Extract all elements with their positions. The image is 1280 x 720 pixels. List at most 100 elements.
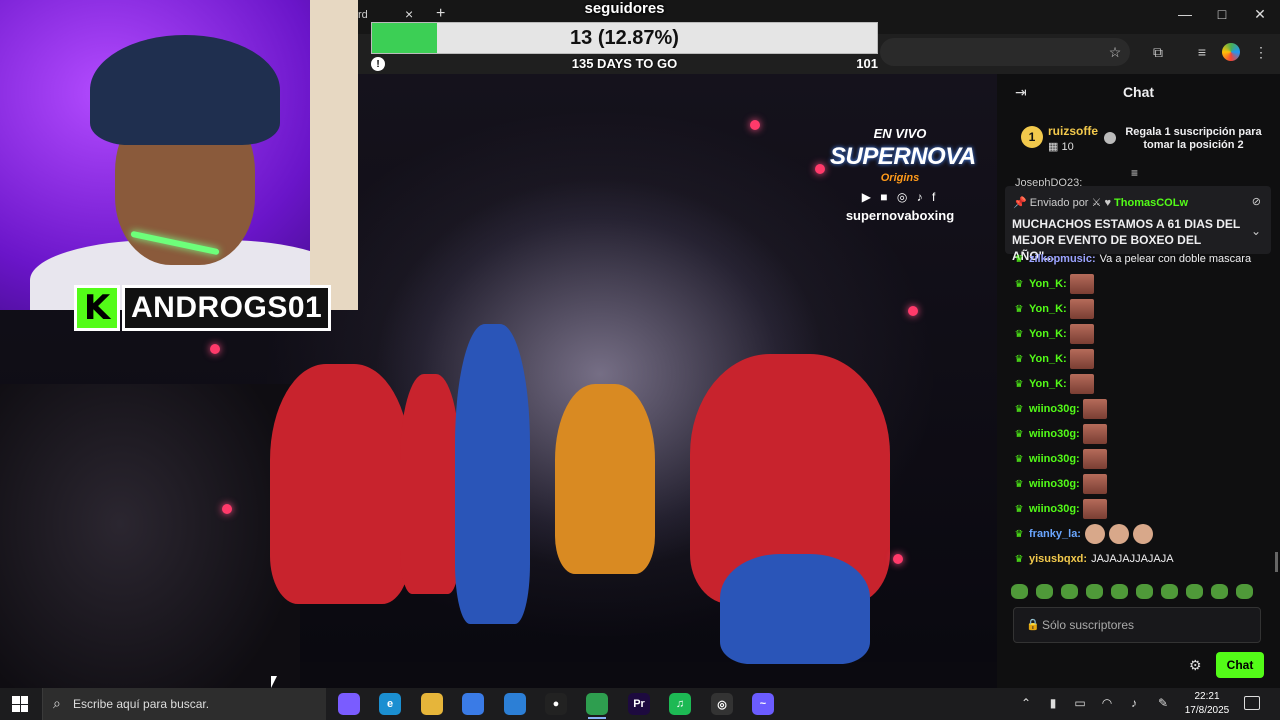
gift-leaderboard[interactable]: 1 ruizsoffe ▦ 10 Regala 1 suscripción pa… (997, 118, 1280, 162)
chrome-app-icon[interactable] (586, 693, 608, 715)
search-icon: ⌕ (53, 695, 61, 711)
chat-message: ♛ Yon_K: (1013, 323, 1094, 345)
chat-settings-gear-icon[interactable]: ⚙ (1189, 657, 1202, 674)
lock-icon: 🔒 (1026, 619, 1040, 631)
pinned-message[interactable]: 📌 Enviado por ⚔ ♥ ThomasCOLw ⊘ MUCHACHOS… (1005, 186, 1271, 263)
tray-battery-icon[interactable]: ▭ (1072, 696, 1088, 710)
store-app-icon[interactable] (462, 693, 484, 715)
mouse-cursor-icon (271, 676, 277, 688)
messenger-app-icon[interactable]: ~ (752, 693, 774, 715)
edge-app-icon[interactable]: e (379, 693, 401, 715)
chat-username[interactable]: Yon_K: (1029, 353, 1067, 365)
emote-icon[interactable] (1236, 584, 1253, 599)
windows-start-icon[interactable] (12, 696, 28, 712)
chat-username[interactable]: Yon_K: (1029, 303, 1067, 315)
subscriber-badge-icon: ♛ (1014, 553, 1024, 565)
chat-username[interactable]: wiino30g: (1029, 403, 1080, 415)
tray-volume-icon[interactable]: ♪ (1126, 696, 1142, 710)
chat-username[interactable]: franky_la: (1029, 528, 1081, 540)
emote-icon[interactable] (1136, 584, 1153, 599)
chat-username[interactable]: Yon_K: (1029, 328, 1067, 340)
copilot-app-icon[interactable] (338, 693, 360, 715)
chat-username[interactable]: zilkopmusic: (1029, 253, 1096, 265)
record-app-icon[interactable]: ● (545, 693, 567, 715)
emote-icon[interactable] (1161, 584, 1178, 599)
streamer-badge: K ANDROGS01 (74, 284, 332, 332)
chat-input[interactable] (1042, 608, 1252, 642)
goal-progress-bar: 13 (12.87%) (371, 22, 878, 54)
taskbar-search-input[interactable] (73, 688, 323, 720)
tray-chevron-icon[interactable]: ⌃ (1018, 696, 1034, 710)
chat-username[interactable]: wiino30g: (1029, 478, 1080, 490)
bookmark-star-icon[interactable]: ☆ (1105, 44, 1125, 61)
emote-icon[interactable] (1036, 584, 1053, 599)
dancer-left (270, 364, 410, 604)
taskbar-clock[interactable]: 22:21 17/8/2025 (1180, 690, 1234, 718)
pinned-username[interactable]: ThomasCOLw (1114, 197, 1188, 209)
emote-icon[interactable] (1011, 584, 1028, 599)
notification-center-icon[interactable] (1244, 696, 1260, 710)
chat-scrollbar[interactable] (1275, 552, 1278, 572)
menu-kebab-icon[interactable]: ⋮ (1251, 44, 1271, 61)
dancer-right-legs (720, 554, 870, 664)
chat-username[interactable]: Yon_K: (1029, 378, 1067, 390)
tray-wifi-icon[interactable]: ◠ (1099, 696, 1115, 710)
emote-icon[interactable] (1111, 584, 1128, 599)
screen: EN VIVO SUPERNOVA Origins ▶ ■ ◎ ♪ f supe… (0, 0, 1280, 720)
obs-app-icon[interactable]: ◎ (711, 693, 733, 715)
goal-days-remaining: 135 DAYS TO GO (571, 56, 678, 71)
chat-input-box[interactable]: 🔒 (1013, 607, 1261, 643)
close-window-icon[interactable]: ✕ (1245, 6, 1275, 23)
chat-emote-icon (1132, 524, 1153, 544)
maximize-icon[interactable]: □ (1207, 6, 1237, 22)
chat-send-button[interactable]: Chat (1216, 652, 1264, 678)
emote-icon[interactable] (1186, 584, 1203, 599)
emote-icon[interactable] (1061, 584, 1078, 599)
subscriber-badge-icon: ♛ (1014, 278, 1024, 290)
chat-username[interactable]: yisusbqxd: (1029, 553, 1087, 565)
chat-username[interactable]: wiino30g: (1029, 453, 1080, 465)
address-bar[interactable] (880, 38, 1130, 66)
premiere-app-icon[interactable]: Pr (628, 693, 650, 715)
webcam-overlay (0, 0, 358, 310)
leader-rank-badge: 1 (1021, 126, 1043, 148)
profile-avatar[interactable] (1222, 43, 1240, 61)
chat-panel: ⇥ Chat 1 ruizsoffe ▦ 10 Regala 1 suscrip… (997, 74, 1280, 688)
chat-emote-icon (1108, 524, 1129, 544)
subscriber-badge-icon: ♛ (1014, 328, 1024, 340)
broadcaster-watermark: EN VIVO SUPERNOVA Origins ▶ ■ ◎ ♪ f supe… (830, 126, 976, 223)
chat-username[interactable]: wiino30g: (1029, 428, 1080, 440)
chat-message: ♛ wiino30g: (1013, 448, 1107, 470)
minimize-icon[interactable]: — (1170, 6, 1200, 22)
file-explorer-app-icon[interactable] (421, 693, 443, 715)
watermark-handle: supernovaboxing (845, 208, 955, 223)
emote-icon[interactable] (1211, 584, 1228, 599)
tray-mic-icon[interactable]: ▮ (1045, 696, 1061, 710)
leader-username[interactable]: ruizsoffe (1048, 124, 1098, 138)
streamer-name: ANDROGS01 (122, 285, 332, 331)
chat-emote-icon (1069, 324, 1094, 344)
chat-message: ♛ wiino30g: (1013, 398, 1107, 420)
spotify-app-icon[interactable]: ♫ (669, 693, 691, 715)
hide-pinned-icon[interactable]: ⊘ (1252, 195, 1261, 208)
tray-pen-icon[interactable]: ✎ (1155, 696, 1171, 710)
tab-title-fragment[interactable]: rd (358, 9, 368, 21)
expand-pinned-icon[interactable]: ⌄ (1251, 224, 1261, 238)
taskbar-search[interactable]: ⌕ (42, 688, 326, 720)
subscriber-badge-icon: ♛ (1014, 453, 1024, 465)
extensions-icon[interactable]: ⧉ (1148, 44, 1168, 61)
dancer-left-2 (400, 374, 460, 594)
chat-username[interactable]: wiino30g: (1029, 503, 1080, 515)
subscriber-badge-icon: ♛ (1014, 303, 1024, 315)
gift-icon (1104, 132, 1116, 144)
webcam-background (310, 0, 358, 310)
pinned-by-label: Enviado por (1029, 197, 1089, 209)
performer-orange (555, 384, 655, 574)
goal-title: seguidores (584, 0, 665, 17)
mail-app-icon[interactable] (504, 693, 526, 715)
emote-icon[interactable] (1086, 584, 1103, 599)
stage-light (750, 120, 760, 130)
chat-filter-icon[interactable]: ≡ (1131, 166, 1138, 180)
chat-username[interactable]: Yon_K: (1029, 278, 1067, 290)
media-control-icon[interactable]: ≡ (1192, 44, 1212, 60)
